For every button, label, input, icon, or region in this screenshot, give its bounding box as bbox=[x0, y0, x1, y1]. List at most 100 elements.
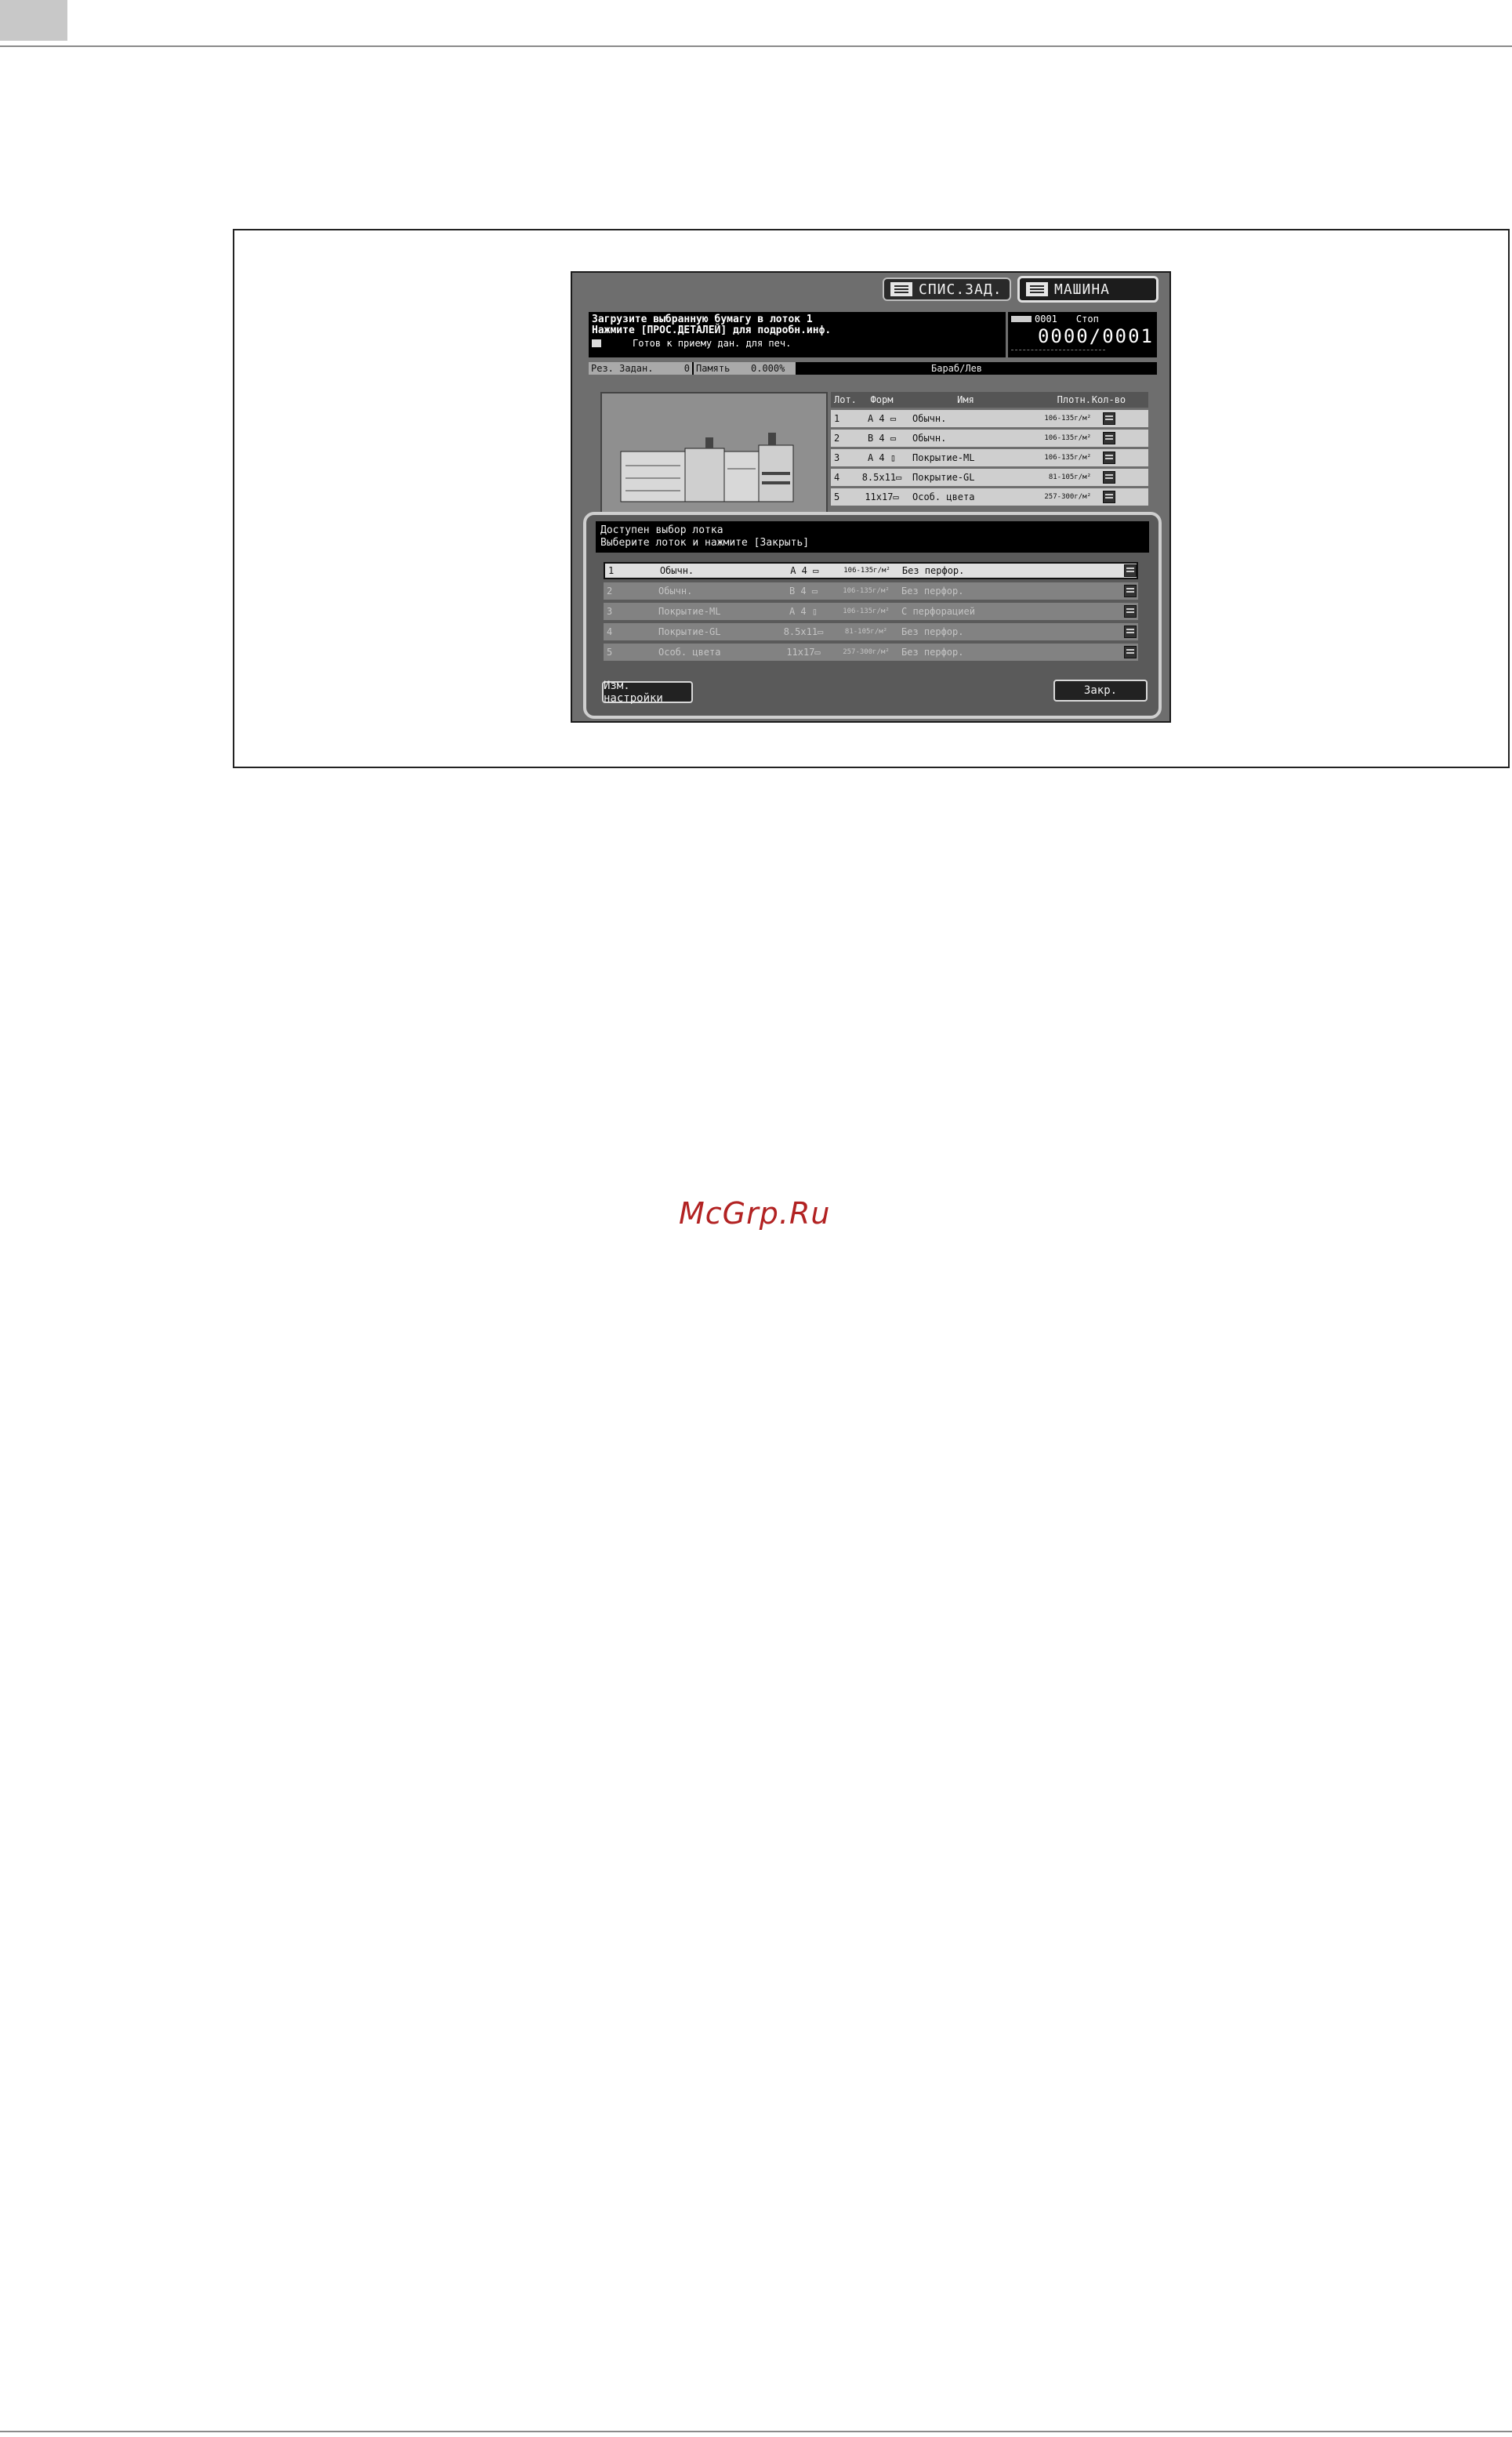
dialog-message-line-1: Доступен выбор лотка bbox=[600, 524, 723, 536]
job-counter: 0001 Стоп 0000/0001 bbox=[1008, 312, 1157, 357]
paper-level-icon bbox=[1102, 491, 1115, 503]
tray-row-4[interactable]: 4 8.5x11▭ Покрытие-GL 81-105г/м² bbox=[831, 469, 1148, 486]
col-form: Форм bbox=[870, 394, 894, 405]
tray-form: A 4 ▯ bbox=[867, 452, 897, 463]
tray-table-header: Лот. Форм Имя Плотн. Кол-во bbox=[831, 392, 1148, 408]
dialog-message-line-2: Выберите лоток и нажмите [Закрыть] bbox=[600, 537, 810, 549]
dialog-tray-form: 8.5x11▭ bbox=[783, 626, 824, 637]
machine-icon bbox=[1026, 282, 1048, 296]
paper-level-icon bbox=[1124, 585, 1137, 597]
dialog-tray-density: 81-105г/м² bbox=[844, 628, 888, 636]
dialog-tray-form: B 4 ▭ bbox=[789, 586, 818, 597]
dialog-tray-name: Покрытие-ML bbox=[658, 606, 721, 617]
counter-value: 0000/0001 bbox=[1037, 325, 1154, 347]
reserve-jobs-count: 0 bbox=[670, 362, 692, 375]
dialog-tray-row-1[interactable]: 1 Обычн. A 4 ▭ 106-135г/м² Без перфор. bbox=[604, 562, 1138, 579]
dialog-tray-density: 106-135г/м² bbox=[843, 567, 890, 575]
dialog-tray-row-4: 4 Покрытие-GL 8.5x11▭ 81-105г/м² Без пер… bbox=[604, 623, 1138, 640]
dialog-tray-density: 106-135г/м² bbox=[843, 587, 890, 595]
paper-level-icon bbox=[1102, 412, 1115, 425]
tray-name: Обычн. bbox=[912, 433, 947, 444]
dialog-tray-lot: 4 bbox=[607, 626, 613, 637]
tray-density: 106-135г/м² bbox=[1044, 434, 1091, 442]
dialog-tray-name: Обычн. bbox=[658, 586, 693, 597]
col-qty: Кол-во bbox=[1091, 394, 1126, 405]
paper-level-icon bbox=[1124, 646, 1137, 658]
memory-label: Память bbox=[694, 362, 749, 375]
tab-machine[interactable]: МАШИНА bbox=[1017, 276, 1158, 303]
page-corner-marker bbox=[0, 0, 67, 41]
message-area: Загрузите выбранную бумагу в лоток 1 Наж… bbox=[589, 312, 1006, 357]
tray-density: 81-105г/м² bbox=[1048, 473, 1091, 481]
watermark: McGrp.Ru bbox=[679, 1196, 831, 1231]
tray-lot: 5 bbox=[834, 491, 840, 502]
tray-row-5[interactable]: 5 11x17▭ Особ. цвета 257-300г/м² bbox=[831, 488, 1148, 506]
tray-row-2[interactable]: 2 B 4 ▭ Обычн. 106-135г/м² bbox=[831, 430, 1148, 447]
tab-job-list[interactable]: СПИС.ЗАД. bbox=[883, 277, 1011, 301]
dialog-message: Доступен выбор лотка Выберите лоток и на… bbox=[596, 521, 1149, 553]
dialog-tray-punch: Без перфор. bbox=[901, 626, 964, 637]
col-density: Плотн. bbox=[1057, 394, 1091, 405]
header-rule bbox=[0, 45, 1512, 47]
tray-name: Покрытие-ML bbox=[912, 452, 975, 463]
dialog-tray-lot: 2 bbox=[607, 586, 613, 597]
tray-density: 257-300г/м² bbox=[1044, 493, 1091, 501]
counter-job-number: 0001 bbox=[1035, 314, 1057, 325]
tab-machine-label: МАШИНА bbox=[1054, 281, 1111, 298]
change-settings-button[interactable]: Изм. настройки bbox=[602, 680, 693, 705]
tray-row-1[interactable]: 1 A 4 ▭ Обычн. 106-135г/м² bbox=[831, 410, 1148, 427]
tray-lot: 2 bbox=[834, 433, 840, 444]
dialog-tray-punch: Без перфор. bbox=[901, 647, 964, 658]
dialog-tray-lot: 3 bbox=[607, 606, 613, 617]
counter-state: Стоп bbox=[1075, 314, 1099, 325]
tray-form: B 4 ▭ bbox=[867, 433, 897, 444]
drum-label: Бараб/Лев bbox=[929, 362, 1007, 375]
dialog-tray-lot: 1 bbox=[608, 565, 615, 576]
control-panel-screen: СПИС.ЗАД. МАШИНА Загрузите выбранную бум… bbox=[571, 271, 1171, 723]
tray-form: A 4 ▭ bbox=[867, 413, 897, 424]
footer-rule bbox=[0, 2431, 1512, 2432]
dialog-tray-row-3: 3 Покрытие-ML A 4 ▯ 106-135г/м² С перфор… bbox=[604, 603, 1138, 620]
status-bar: Рез. Задан. 0 Память 0.000% Бараб/Лев bbox=[589, 362, 1157, 375]
message-line-3: Готов к приему дан. для печ. bbox=[633, 338, 792, 349]
list-icon bbox=[890, 282, 912, 296]
dialog-tray-punch: Без перфор. bbox=[901, 586, 964, 597]
dialog-tray-name: Особ. цвета bbox=[658, 647, 721, 658]
dialog-tray-form: 11x17▭ bbox=[786, 647, 821, 658]
tab-job-list-label: СПИС.ЗАД. bbox=[919, 281, 1003, 298]
dialog-tray-punch: С перфорацией bbox=[901, 606, 975, 617]
close-button[interactable]: Закр. bbox=[1053, 680, 1148, 702]
dialog-tray-form: A 4 ▯ bbox=[789, 606, 818, 617]
tray-density: 106-135г/м² bbox=[1044, 454, 1091, 462]
message-line-2: Нажмите [ПРОС.ДЕТАЛЕЙ] для подробн.инф. bbox=[592, 325, 832, 336]
tray-density: 106-135г/м² bbox=[1044, 415, 1091, 422]
paper-level-icon bbox=[1124, 605, 1137, 618]
dialog-tray-form: A 4 ▭ bbox=[790, 565, 819, 576]
dialog-tray-name: Покрытие-GL bbox=[658, 626, 721, 637]
tray-form: 8.5x11▭ bbox=[861, 472, 902, 483]
tray-lot: 1 bbox=[834, 413, 840, 424]
paper-level-icon bbox=[1124, 564, 1137, 577]
dialog-tray-name: Обычн. bbox=[659, 565, 694, 576]
dialog-tray-density: 257-300г/м² bbox=[843, 648, 890, 656]
tray-name: Особ. цвета bbox=[912, 491, 975, 502]
machine-diagram bbox=[620, 433, 794, 502]
tray-select-dialog: Доступен выбор лотка Выберите лоток и на… bbox=[583, 512, 1162, 719]
dialog-tray-lot: 5 bbox=[607, 647, 613, 658]
col-name: Имя bbox=[957, 394, 974, 405]
tray-lot: 4 bbox=[834, 472, 840, 483]
counter-copy-icon bbox=[1011, 316, 1032, 322]
dialog-tray-row-5: 5 Особ. цвета 11x17▭ 257-300г/м² Без пер… bbox=[604, 644, 1138, 661]
paper-level-icon bbox=[1124, 626, 1137, 638]
paper-level-icon bbox=[1102, 451, 1115, 464]
message-line-1: Загрузите выбранную бумагу в лоток 1 bbox=[592, 314, 813, 325]
dialog-tray-density: 106-135г/м² bbox=[843, 607, 890, 615]
paper-level-icon bbox=[1102, 471, 1115, 484]
tray-lot: 3 bbox=[834, 452, 840, 463]
tray-row-3[interactable]: 3 A 4 ▯ Покрытие-ML 106-135г/м² bbox=[831, 449, 1148, 466]
paper-level-icon bbox=[1102, 432, 1115, 444]
printer-icon bbox=[592, 339, 601, 347]
reserve-jobs-label: Рез. Задан. bbox=[589, 362, 670, 375]
tray-form: 11x17▭ bbox=[865, 491, 899, 502]
memory-value: 0.000% bbox=[749, 362, 796, 375]
